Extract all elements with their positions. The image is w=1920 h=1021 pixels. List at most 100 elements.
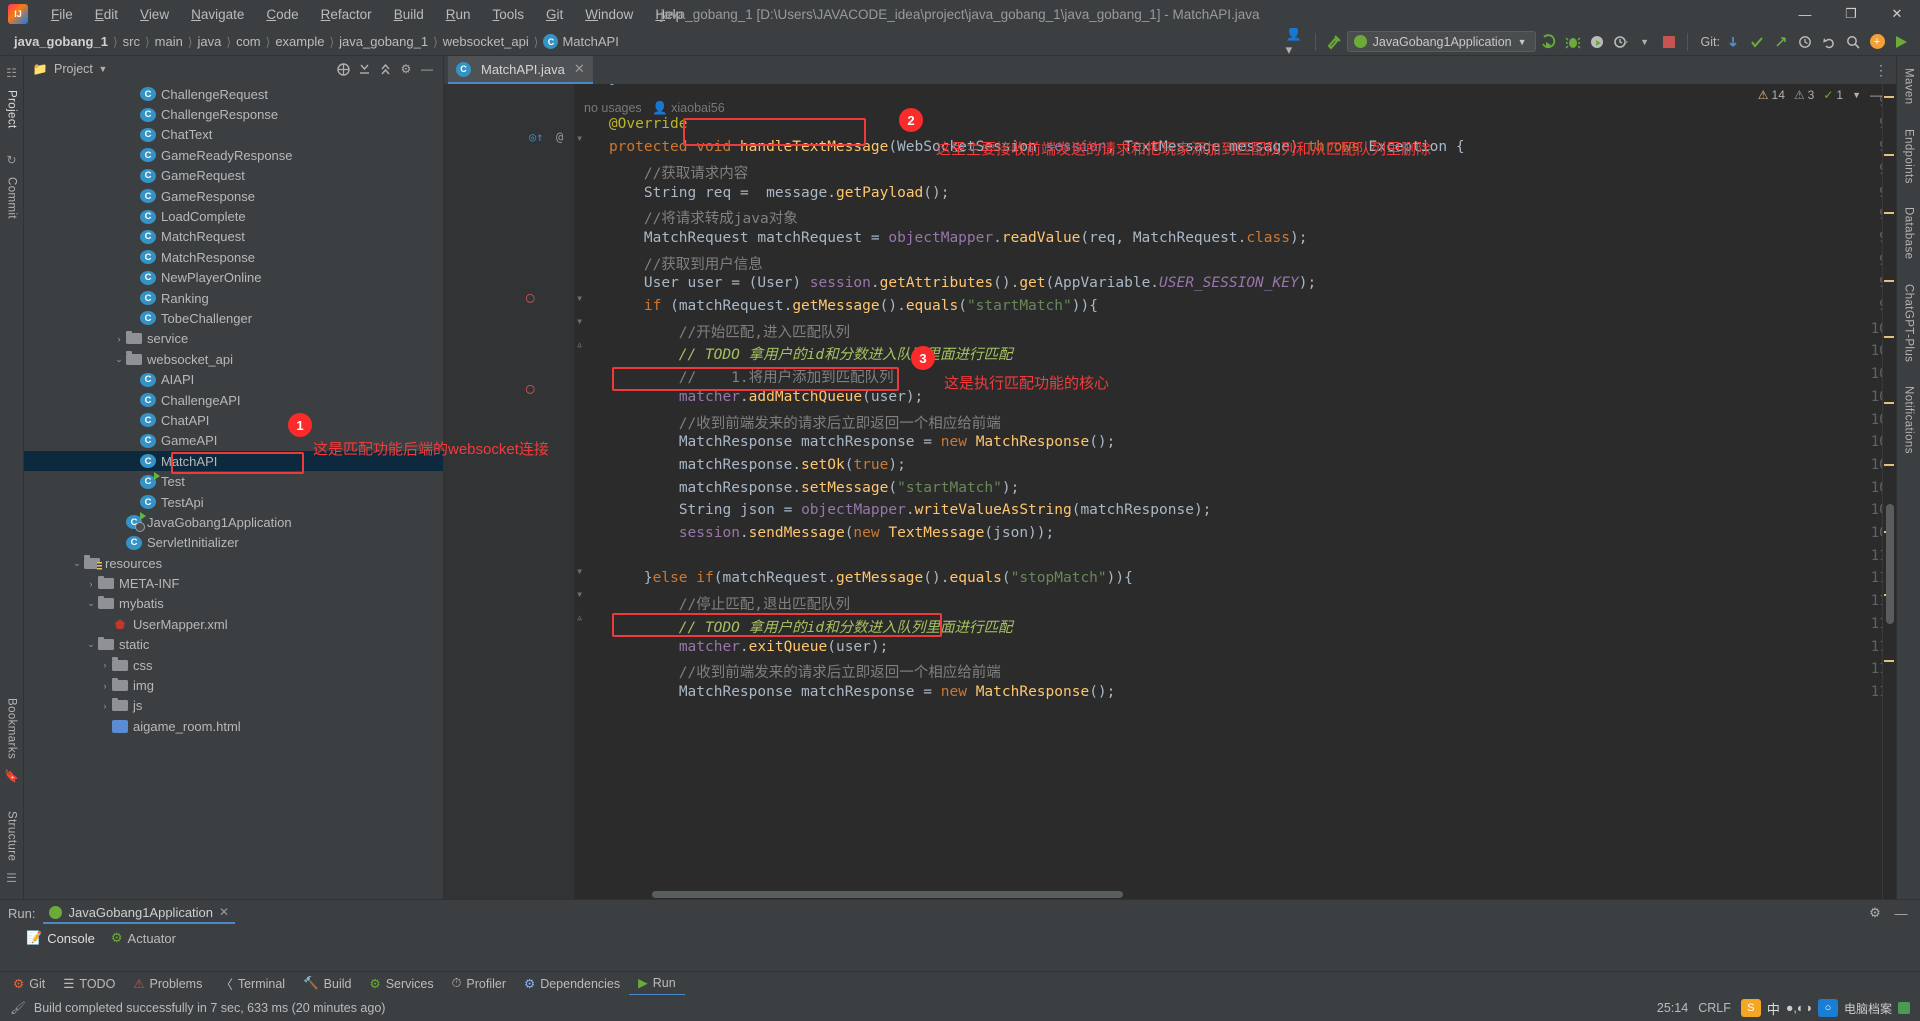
menu-help[interactable]: Help [644,3,694,26]
caret-position[interactable]: 25:14 [1657,1001,1688,1015]
status-tool-build[interactable]: 🔨 Build [294,972,360,996]
close-button[interactable]: ✕ [1874,0,1920,28]
chevron-down-icon[interactable]: ⌄ [112,354,126,365]
fold-icon[interactable]: ▾ [576,314,583,328]
run-icon[interactable] [1538,31,1560,53]
commit-panel-icon[interactable]: ↻ [6,153,16,167]
rail-item-bookmarks[interactable]: Bookmarks [6,698,18,759]
tree-item-matchresponse[interactable]: C MatchResponse [24,247,443,267]
breadcrumb[interactable]: java_gobang_1 ⟩ src ⟩ main ⟩ java ⟩ com ⟩ exa… [10,32,623,51]
stop-icon[interactable] [1658,31,1680,53]
code-line[interactable]: // 1.将用户添加到匹配队列 [574,366,894,387]
status-tool-terminal[interactable]: 〈 Terminal [211,972,294,996]
chevron-down-icon[interactable]: ▼ [1852,90,1861,100]
code-line[interactable]: //将请求转成java对象 [574,207,798,228]
menu-build[interactable]: Build [383,3,435,26]
plugin-icon[interactable]: + [1866,31,1888,53]
tree-item-gamerequest[interactable]: C GameRequest [24,166,443,186]
commit-icon[interactable] [1746,31,1768,53]
status-tool-problems[interactable]: ⚠ Problems [124,972,211,996]
chevron-right-icon[interactable]: › [98,701,112,711]
inspection-widget[interactable]: ⚠ 14 ⚠ 3 ✓ 1 ▼ — [1758,84,1896,106]
editor-gutter[interactable] [444,84,574,899]
expand-all-icon[interactable] [354,59,374,79]
tree-item-ranking[interactable]: C Ranking [24,288,443,308]
chevron-right-icon[interactable]: › [98,681,112,691]
code-line[interactable]: session.sendMessage(new TextMessage(json… [574,525,1054,541]
menu-refactor[interactable]: Refactor [310,3,383,26]
fold-icon[interactable]: ▾ [576,587,583,601]
breadcrumb-item-4[interactable]: com [232,32,265,51]
more-options-icon[interactable]: ⋮ [1874,62,1896,79]
collapse-all-icon[interactable] [375,59,395,79]
run-with-coverage-icon[interactable] [1586,31,1608,53]
minimize-button[interactable]: — [1782,0,1828,28]
tree-item-mybatis[interactable]: ⌄ mybatis [24,594,443,614]
tree-item-gamereadyresponse[interactable]: C GameReadyResponse [24,145,443,165]
breadcrumb-item-6[interactable]: java_gobang_1 [335,32,432,51]
code-line[interactable]: //收到前端发来的请求后立即返回一个相应给前端 [574,412,1001,433]
window-controls[interactable]: — ❐ ✕ [1782,0,1920,28]
code-line[interactable]: }else if(matchRequest.getMessage().equal… [574,570,1133,586]
tree-item-js[interactable]: › js [24,696,443,716]
code-line[interactable]: // TODO 拿用户的id和分数进入队列里面进行匹配 [574,616,1013,637]
history-icon[interactable] [1794,31,1816,53]
code-vision-author[interactable]: 👤 xiaobai56 [652,101,725,115]
chevron-right-icon[interactable]: › [84,579,98,589]
menu-tools[interactable]: Tools [482,3,536,26]
run-subtab-console[interactable]: 📝 Console [26,930,95,946]
code-editor[interactable]: ⚠ 14 ⚠ 3 ✓ 1 ▼ — 899091929394959697989 [444,84,1896,899]
status-tool-dependencies[interactable]: ⚙ Dependencies [515,972,629,996]
annotation-gutter-icon[interactable]: @ [556,130,563,144]
rail-item-project[interactable]: Project [6,90,18,129]
status-tool-services[interactable]: ⚙ Services [360,972,442,996]
chevron-down-icon[interactable]: ▼ [93,59,113,79]
gear-icon[interactable]: ⚙ [396,59,416,79]
rail-item-maven[interactable]: Maven [1903,68,1915,105]
search-icon[interactable] [1842,31,1864,53]
tree-item-challengeresponse[interactable]: C ChallengeResponse [24,104,443,124]
fold-icon[interactable]: ▾ [576,131,583,145]
run-config-tab[interactable]: JavaGobang1Application ✕ [43,903,236,924]
rail-item-chatgpt[interactable]: ChatGPT-Plus [1903,284,1915,362]
code-content[interactable]: } @Override protected void handleTextMes… [574,84,1896,899]
profiler-icon[interactable] [1610,31,1632,53]
maximize-button[interactable]: ❐ [1828,0,1874,28]
code-line[interactable]: //获取请求内容 [574,162,748,183]
status-tool-profiler[interactable]: ⏱ Profiler [443,972,515,996]
code-line[interactable]: //收到前端发来的请求后立即返回一个相应给前端 [574,661,1001,682]
tree-item-css[interactable]: › css [24,655,443,675]
code-line[interactable]: MatchResponse matchResponse = new MatchR… [574,684,1116,700]
tree-item-chatapi[interactable]: C ChatAPI [24,410,443,430]
ime-indicator[interactable]: S 中 ●,◐◑ ○ 电脑档案 [1740,999,1910,1018]
gear-icon[interactable]: ⚙ [1864,902,1886,924]
code-line[interactable]: //开始匹配,进入匹配队列 [574,321,850,342]
tree-item-img[interactable]: › img [24,675,443,695]
menu-code[interactable]: Code [255,3,309,26]
tree-item-servletinitializer[interactable]: C ServletInitializer [24,533,443,553]
select-opened-file-icon[interactable] [333,59,353,79]
fold-icon[interactable]: ▾ [576,291,583,305]
tree-item-chattext[interactable]: C ChatText [24,125,443,145]
menu-git[interactable]: Git [535,3,574,26]
fold-icon[interactable]: ▵ [576,610,583,624]
status-tool-git[interactable]: ⚙ Git [4,972,54,996]
tree-item-matchrequest[interactable]: C MatchRequest [24,227,443,247]
rail-item-notifications[interactable]: Notifications [1903,386,1915,454]
breadcrumb-item-7[interactable]: websocket_api [439,32,533,51]
code-line[interactable]: matcher.exitQueue(user); [574,639,889,655]
code-line[interactable]: //获取到用户信息 [574,253,763,274]
undo-icon[interactable] [1818,31,1840,53]
debug-icon[interactable] [1562,31,1584,53]
horizontal-scrollbar[interactable] [574,889,1882,899]
run-subtab-actuator[interactable]: ⚙ Actuator [111,930,176,946]
fold-icon[interactable]: ▾ [576,564,583,578]
tree-item-static[interactable]: ⌄ static [24,635,443,655]
override-gutter-icon[interactable]: ◎↑ [529,130,543,144]
breadcrumb-item-5[interactable]: example [271,32,328,51]
menu-edit[interactable]: Edit [84,3,129,26]
code-line[interactable]: matcher.addMatchQueue(user); [574,389,923,405]
tab-matchapi[interactable]: C MatchAPI.java ✕ [448,56,593,84]
tree-item-test[interactable]: C Test [24,471,443,491]
tree-item-testapi[interactable]: C TestApi [24,492,443,512]
